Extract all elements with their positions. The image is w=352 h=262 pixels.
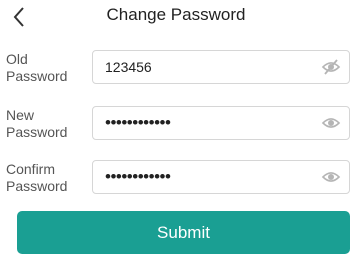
confirm-password-field[interactable]: •••••••••••• — [92, 160, 350, 194]
old-password-label: Old Password — [6, 51, 86, 85]
eye-off-icon[interactable] — [321, 58, 341, 76]
top-bar: Change Password — [0, 0, 352, 34]
eye-icon[interactable] — [321, 114, 341, 132]
confirm-password-value: •••••••••••• — [105, 167, 171, 186]
old-password-field[interactable]: 123456 — [92, 50, 350, 84]
confirm-password-row: Confirm Password •••••••••••• — [0, 159, 352, 199]
label-line: Password — [6, 124, 68, 140]
old-password-row: Old Password 123456 — [0, 49, 352, 89]
label-line: New — [6, 107, 35, 123]
old-password-value: 123456 — [105, 59, 152, 75]
page-title: Change Password — [106, 5, 246, 24]
label-line: Password — [6, 68, 68, 84]
new-password-field[interactable]: •••••••••••• — [92, 106, 350, 140]
new-password-value: •••••••••••• — [105, 113, 171, 132]
label-line: Confirm — [6, 161, 56, 177]
label-line: Old — [6, 51, 28, 67]
new-password-label: New Password — [6, 107, 86, 141]
eye-icon[interactable] — [321, 168, 341, 186]
new-password-row: New Password •••••••••••• — [0, 105, 352, 145]
confirm-password-label: Confirm Password — [6, 161, 86, 195]
label-line: Password — [6, 178, 68, 194]
submit-button[interactable]: Submit — [17, 211, 350, 254]
